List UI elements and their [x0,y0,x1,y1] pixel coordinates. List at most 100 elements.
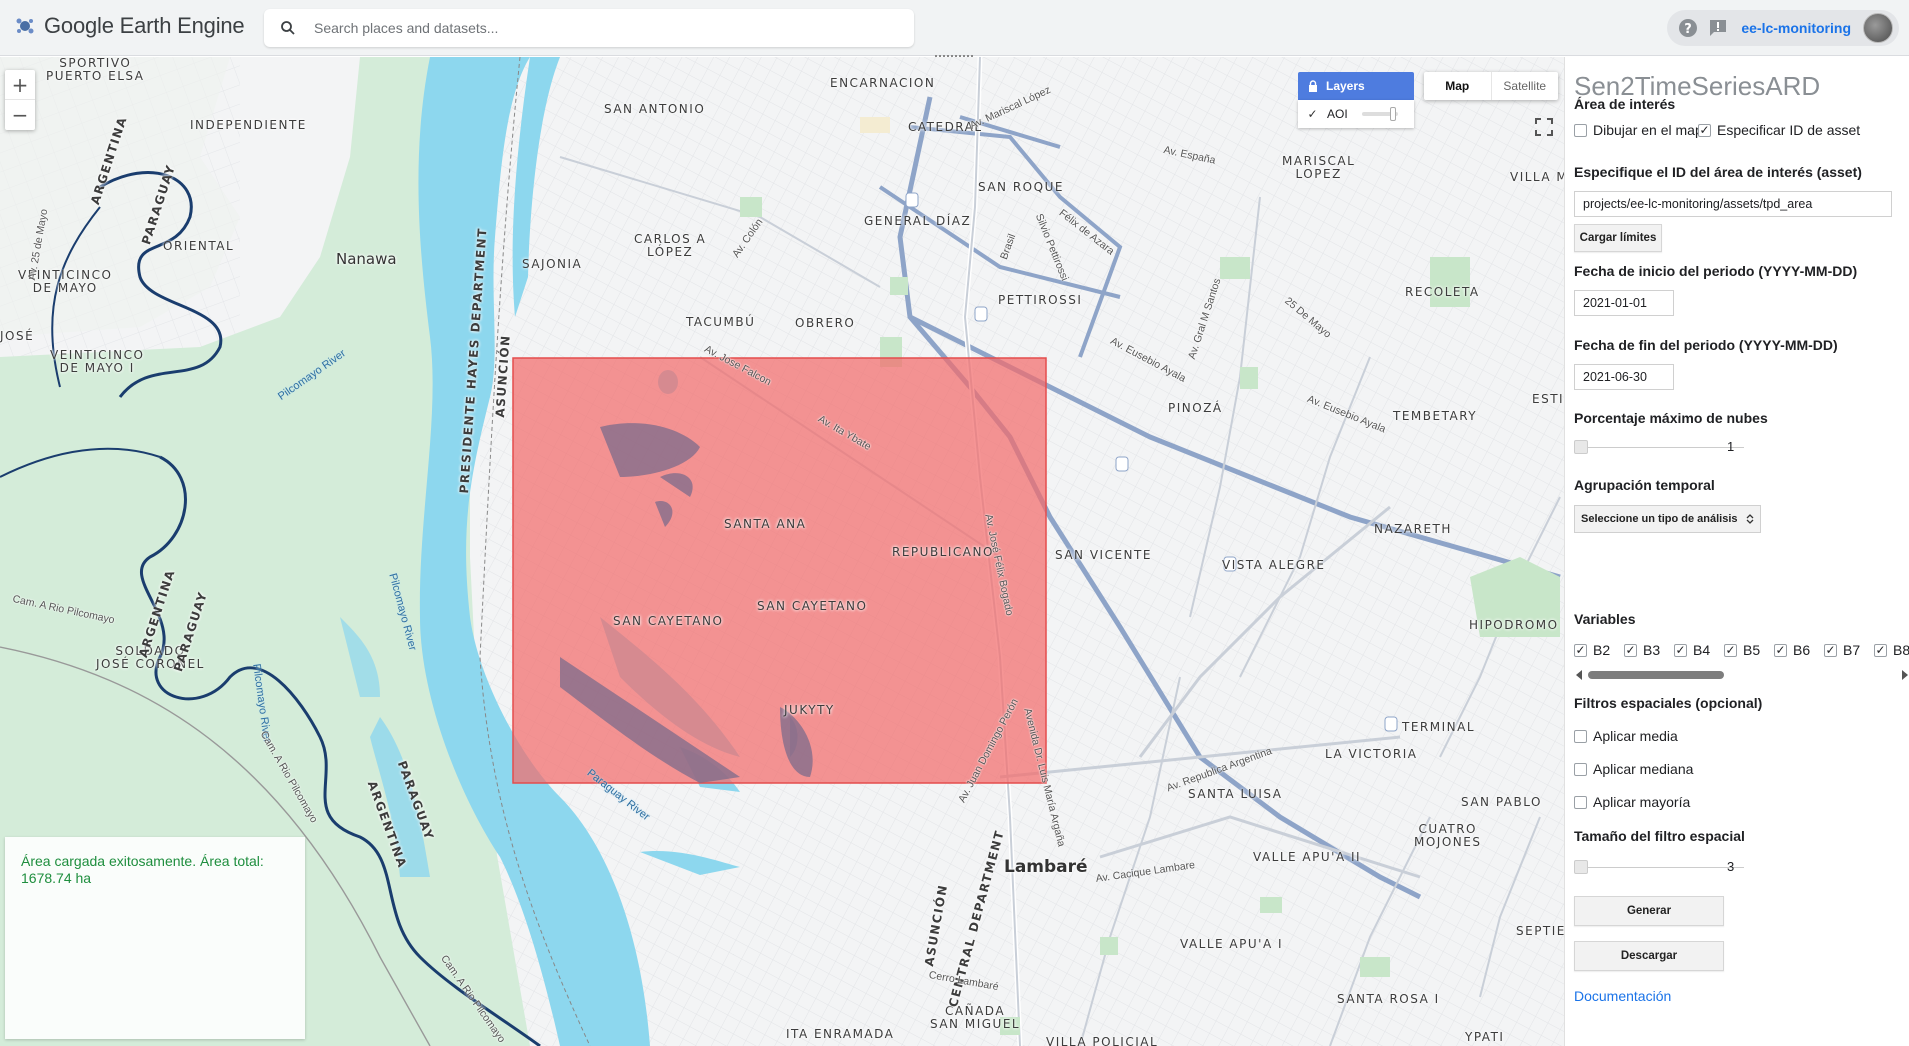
load-bounds-button[interactable]: Cargar límites [1574,224,1662,252]
fullscreen-button[interactable] [1531,114,1557,140]
map-label: ITA ENRAMADA [786,1027,895,1041]
search-icon [281,21,295,35]
app-panel: Sen2TimeSeriesARD Área de interés Dibuja… [1564,57,1909,1046]
layer-opacity-slider[interactable] [1361,107,1398,121]
map-label: SANTA ROSA I [1337,992,1440,1006]
filter-median-option[interactable]: Aplicar mediana [1574,761,1693,777]
draw-on-map-label: Dibujar en el mapa [1593,122,1711,138]
download-button[interactable]: Descargar [1574,941,1724,971]
variables-scrollbar[interactable] [1574,668,1909,680]
cloud-slider[interactable] [1574,437,1744,457]
scroll-right-icon[interactable] [1900,669,1909,681]
draw-on-map-option[interactable]: Dibujar en el mapa [1574,122,1711,138]
variable-checkbox[interactable]: ✓ [1674,643,1687,657]
variable-checkbox[interactable]: ✓ [1624,643,1637,657]
variable-checkbox[interactable]: ✓ [1574,643,1587,657]
variable-checkbox[interactable]: ✓ [1874,643,1887,657]
end-date-input[interactable]: 2021-06-30 [1574,364,1674,390]
variable-checkbox[interactable]: ✓ [1774,643,1787,657]
status-panel: Área cargada exitosamente. Área total: 1… [5,837,305,1039]
specify-asset-option[interactable]: ✓ Especificar ID de asset [1698,122,1860,138]
search-input[interactable] [314,9,904,47]
help-icon[interactable]: ? [1677,17,1699,39]
filter-mean-label: Aplicar media [1593,728,1678,744]
map-label: VILLA POLICIAL [1046,1035,1159,1046]
layers-header[interactable]: Layers [1298,72,1414,100]
zoom-control: + − [5,70,35,130]
filter-majority-checkbox[interactable] [1574,795,1587,809]
map-label: VEINTICINCO DE MAYO I [50,348,145,375]
top-bar: Google Earth Engine ? ee-lc-monitoring [0,0,1909,56]
map-label: VALLE APU'A I [1180,937,1284,951]
map-type-toggle: Map Satellite [1424,72,1558,100]
filter-size-slider[interactable] [1574,857,1744,877]
status-message: Área cargada exitosamente. Área total: 1… [21,853,264,886]
map-label: JOSÉ [0,329,35,343]
filter-size-label: Tamaño del filtro espacial [1574,828,1745,844]
map-label: LA VICTORIA [1325,747,1418,761]
filter-majority-option[interactable]: Aplicar mayoría [1574,794,1690,810]
variable-label: B3 [1643,642,1661,658]
account-bar: ? ee-lc-monitoring [1667,10,1899,46]
variable-b7[interactable]: ✓ B7 [1824,642,1860,658]
layer-item-aoi: ✓ AOI [1298,100,1414,128]
filter-mean-checkbox[interactable] [1574,729,1587,743]
specify-asset-label: Especificar ID de asset [1717,122,1861,138]
map-label: YPATI [1465,1030,1505,1044]
map-label: VISTA ALEGRE [1222,558,1326,572]
map-label: Nanawa [336,250,397,268]
variable-b6[interactable]: ✓ B6 [1774,642,1810,658]
map-label: PETTIROSSI [998,293,1083,307]
earth-engine-logo-icon [16,18,34,34]
zoom-out-button[interactable]: − [5,100,35,130]
map-label: SANTA LUISA [1188,787,1283,801]
asset-id-input[interactable]: projects/ee-lc-monitoring/assets/tpd_are… [1574,191,1892,217]
start-date-input[interactable]: 2021-01-01 [1574,290,1674,316]
map-label: INDEPENDIENTE [190,118,307,132]
temporal-label: Agrupación temporal [1574,477,1715,493]
temporal-select[interactable]: Seleccione un tipo de análisis [1574,505,1761,533]
map-label: HIPODROMO [1469,618,1559,632]
layers-panel: Layers ✓ AOI [1298,72,1414,128]
map-type-satellite-button[interactable]: Satellite [1492,72,1559,100]
draw-on-map-checkbox[interactable] [1574,123,1587,137]
variable-b8[interactable]: ✓ B8 [1874,642,1909,658]
scroll-left-icon[interactable] [1574,669,1584,681]
map-label: SAN CAYETANO [757,599,868,613]
aoi-polygon[interactable] [512,357,1047,784]
map-label: Lambaré [1004,857,1088,877]
lock-icon [1309,80,1317,92]
map-label: TERMINAL [1402,720,1476,734]
generate-button[interactable]: Generar [1574,896,1724,926]
map-label: CARLOS A LÓPEZ [634,232,707,259]
variable-label: B6 [1793,642,1811,658]
variable-checkbox[interactable]: ✓ [1724,643,1737,657]
map-label: JUKYTY [784,703,835,717]
map-label: SANTA ANA [724,517,807,531]
app-logo[interactable]: Google Earth Engine [14,12,245,40]
variable-checkbox[interactable]: ✓ [1824,643,1837,657]
variable-label: B7 [1843,642,1861,658]
documentation-link[interactable]: Documentación [1574,988,1671,1004]
layer-checkbox[interactable]: ✓ [1306,107,1319,121]
search-box[interactable] [264,9,914,47]
variable-label: B5 [1743,642,1761,658]
variable-b4[interactable]: ✓ B4 [1674,642,1710,658]
map-canvas[interactable]: SPORTIVO PUERTO ELSA INDEPENDIENTE ORIEN… [0,57,1564,1046]
map-label: CAÑADA SAN MIGUEL [930,1004,1021,1031]
feedback-icon[interactable] [1707,17,1729,39]
variable-b3[interactable]: ✓ B3 [1624,642,1660,658]
account-name[interactable]: ee-lc-monitoring [1737,20,1855,36]
select-arrows-icon [1746,514,1753,524]
variable-b2[interactable]: ✓ B2 [1574,642,1610,658]
scrollbar-thumb[interactable] [1588,671,1724,679]
zoom-in-button[interactable]: + [5,70,35,100]
end-date-label: Fecha de fin del periodo (YYYY-MM-DD) [1574,337,1838,353]
filter-median-checkbox[interactable] [1574,762,1587,776]
map-type-map-button[interactable]: Map [1424,72,1492,100]
fullscreen-icon [1535,118,1553,136]
variable-b5[interactable]: ✓ B5 [1724,642,1760,658]
filter-mean-option[interactable]: Aplicar media [1574,728,1678,744]
avatar[interactable] [1863,13,1893,43]
specify-asset-checkbox[interactable]: ✓ [1698,123,1711,137]
